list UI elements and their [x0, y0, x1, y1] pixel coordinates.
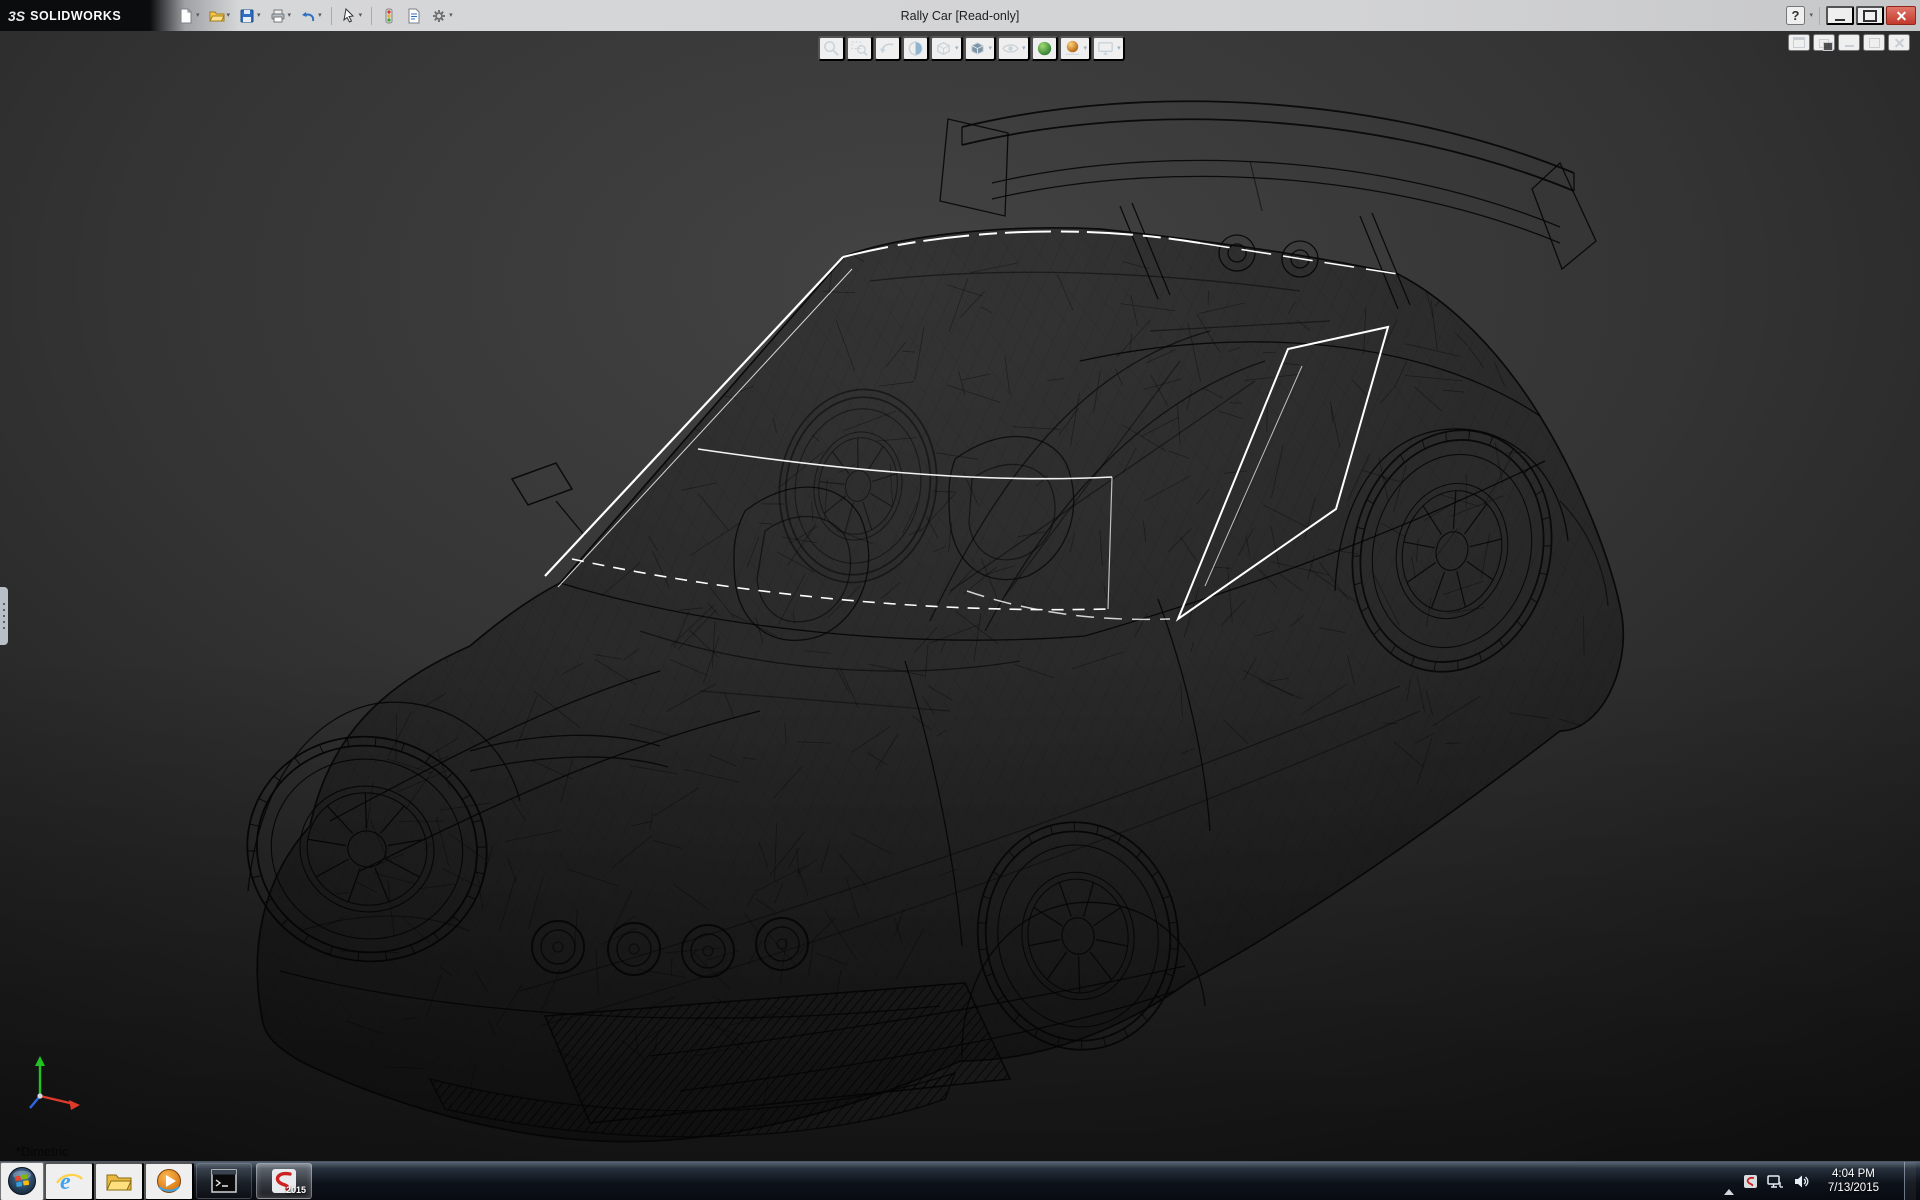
start-button[interactable] — [0, 1162, 44, 1200]
app-titlebar: 3S SOLIDWORKS ▾ ▾ ▾ ▾ ▾ ▾ — [0, 0, 1920, 31]
show-hidden-icons-button[interactable] — [1724, 1174, 1734, 1189]
section-view-button[interactable] — [902, 36, 929, 61]
minimize-button[interactable] — [1826, 6, 1854, 25]
3ds-mark-icon: 3S — [8, 8, 25, 24]
help-dropdown-icon[interactable]: ▾ — [1809, 12, 1813, 19]
view-orientation-button[interactable]: ▾ — [930, 36, 963, 61]
select-cursor-icon — [341, 8, 357, 24]
help-button[interactable]: ? — [1786, 6, 1806, 25]
orientation-triad — [22, 1050, 86, 1119]
brand-text: SOLIDWORKS — [30, 9, 121, 23]
print-button[interactable]: ▾ — [266, 4, 296, 28]
zoom-to-fit-icon — [822, 39, 841, 58]
view-settings-button[interactable]: ▾ — [1092, 36, 1125, 61]
taskbar-solidworks-app[interactable]: 2015 — [256, 1163, 312, 1199]
zoom-to-area-icon — [850, 39, 869, 58]
undo-button[interactable]: ▾ — [296, 4, 326, 28]
solidworks-logo: 3S SOLIDWORKS — [0, 0, 160, 31]
options-button[interactable]: ▾ — [427, 4, 457, 28]
titlebar-controls: ? ▾ — [1786, 6, 1920, 25]
print-icon — [270, 8, 286, 24]
previous-view-button[interactable] — [874, 36, 901, 61]
featuremanager-splitter-handle[interactable] — [0, 587, 8, 645]
open-button[interactable]: ▾ — [205, 4, 235, 28]
windows-orb-icon — [7, 1166, 37, 1196]
maximize-button[interactable] — [1856, 6, 1884, 25]
internet-explorer-icon: e — [55, 1167, 83, 1195]
windows-taskbar: e — [0, 1161, 1920, 1200]
taskbar-internet-explorer[interactable]: e — [44, 1162, 94, 1200]
view-orientation-label: *Dimetric — [16, 1144, 69, 1159]
close-button[interactable] — [1886, 6, 1916, 25]
view-orientation-cube-icon — [934, 39, 953, 58]
taskbar-dos-window-app[interactable] — [196, 1163, 252, 1199]
select-button[interactable]: ▾ — [337, 4, 367, 28]
hide-show-items-button[interactable]: ▾ — [997, 36, 1030, 61]
save-icon — [239, 8, 255, 24]
folder-icon — [105, 1167, 133, 1195]
doc-tile-button[interactable] — [1788, 34, 1810, 51]
zoom-to-area-button[interactable] — [846, 36, 873, 61]
new-document-button[interactable]: ▾ — [174, 4, 204, 28]
desktop-screen: 3S SOLIDWORKS ▾ ▾ ▾ ▾ ▾ ▾ — [0, 0, 1920, 1200]
heads-up-view-toolbar: ▾ ▾ ▾ ▾ ▾ — [818, 36, 1125, 61]
apply-scene-sphere-icon — [1063, 39, 1082, 58]
graphics-viewport[interactable]: ▾ ▾ ▾ ▾ ▾ — [0, 31, 1920, 1161]
view-settings-icon — [1096, 39, 1115, 58]
new-document-icon — [178, 8, 194, 24]
file-properties-icon — [406, 8, 422, 24]
rebuild-button[interactable] — [377, 4, 401, 28]
chevron-up-icon — [1724, 1174, 1734, 1195]
doc-minimize-button[interactable] — [1838, 34, 1860, 51]
hide-show-eye-icon — [1001, 39, 1020, 58]
previous-view-icon — [878, 39, 897, 58]
tray-solidworks-monitor-icon[interactable] — [1743, 1174, 1758, 1189]
volume-icon[interactable] — [1793, 1174, 1809, 1189]
rebuild-traffic-light-icon — [381, 8, 397, 24]
show-desktop-button[interactable] — [1904, 1162, 1916, 1200]
system-tray: 4:04 PM 7/13/2015 — [1724, 1162, 1920, 1200]
zoom-to-fit-button[interactable] — [818, 36, 845, 61]
wireframe-rally-car-model[interactable] — [0, 31, 1920, 1161]
network-status-icon[interactable] — [1767, 1174, 1784, 1189]
taskbar-clock[interactable]: 4:04 PM 7/13/2015 — [1818, 1167, 1889, 1195]
file-properties-button[interactable] — [402, 4, 426, 28]
display-style-button[interactable]: ▾ — [964, 36, 997, 61]
clock-date: 7/13/2015 — [1828, 1181, 1879, 1195]
open-folder-icon — [209, 8, 225, 24]
toolbar-separator — [371, 7, 372, 25]
display-style-icon — [968, 39, 987, 58]
apply-scene-button[interactable]: ▾ — [1059, 36, 1092, 61]
media-player-icon — [155, 1167, 183, 1195]
toolbar-separator — [1819, 7, 1820, 25]
taskbar-media-player[interactable] — [144, 1162, 194, 1200]
save-button[interactable]: ▾ — [235, 4, 265, 28]
edit-appearance-sphere-icon — [1035, 39, 1054, 58]
clock-time: 4:04 PM — [1828, 1167, 1879, 1181]
options-gear-icon — [431, 8, 447, 24]
doc-close-button[interactable] — [1888, 34, 1910, 51]
doc-restore-button[interactable] — [1863, 34, 1885, 51]
document-window-controls — [1788, 34, 1910, 51]
edit-appearance-button[interactable] — [1031, 36, 1058, 61]
taskbar-windows-explorer[interactable] — [94, 1162, 144, 1200]
section-view-icon — [906, 39, 925, 58]
dos-window-icon — [211, 1169, 237, 1193]
solidworks-version-badge: 2015 — [286, 1185, 306, 1195]
undo-icon — [300, 8, 316, 24]
quick-access-toolbar: ▾ ▾ ▾ ▾ ▾ ▾ — [174, 4, 457, 28]
doc-cascade-button[interactable] — [1813, 34, 1835, 51]
toolbar-separator — [331, 7, 332, 25]
svg-text:e: e — [60, 1169, 71, 1195]
